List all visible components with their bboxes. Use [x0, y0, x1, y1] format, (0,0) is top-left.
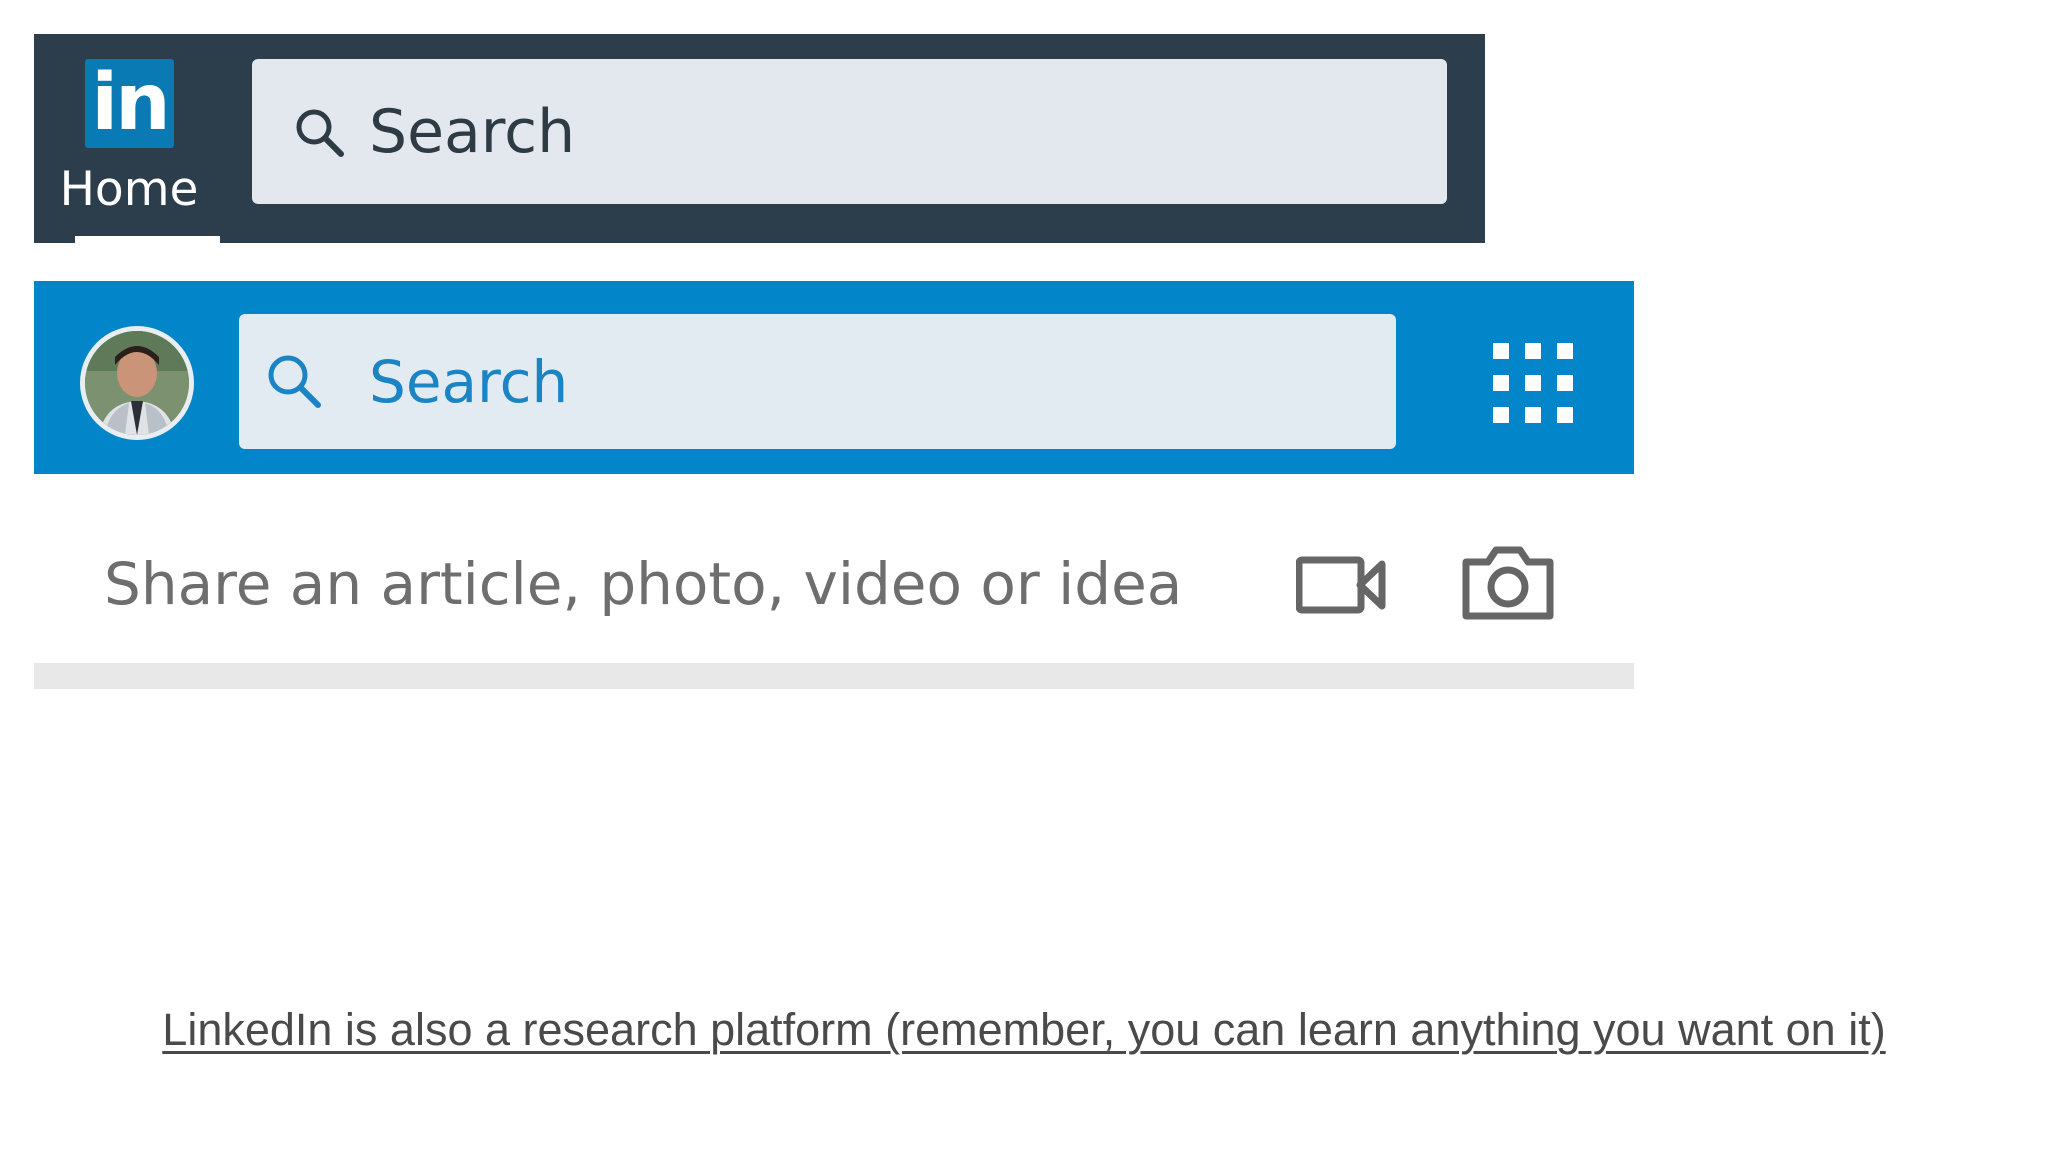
photo-camera-icon[interactable]	[1462, 544, 1554, 620]
grid-dot	[1557, 343, 1573, 359]
new-search-input[interactable]: Search	[239, 314, 1396, 449]
old-linkedin-header: in Home Search	[34, 34, 1485, 243]
search-icon	[268, 355, 321, 408]
avatar[interactable]	[80, 326, 194, 440]
video-camera-icon[interactable]	[1296, 556, 1386, 614]
page: in Home Search Search Share an article, …	[0, 0, 2048, 1152]
grid-dot	[1493, 407, 1509, 423]
search-placeholder: Search	[369, 97, 576, 167]
home-nav-item[interactable]: in Home	[54, 34, 220, 243]
apps-grid-icon[interactable]	[1493, 343, 1573, 423]
grid-dot	[1525, 375, 1541, 391]
new-linkedin-header: Search	[34, 281, 1634, 474]
share-prompt-input[interactable]: Share an article, photo, video or idea	[104, 549, 1182, 619]
linkedin-logo-icon: in	[85, 59, 174, 148]
old-search-input[interactable]: Search	[252, 59, 1447, 204]
share-box: Share an article, photo, video or idea	[34, 474, 1634, 689]
avatar-photo	[85, 331, 189, 435]
grid-dot	[1557, 375, 1573, 391]
grid-dot	[1525, 343, 1541, 359]
grid-dot	[1525, 407, 1541, 423]
home-label: Home	[59, 162, 199, 217]
divider	[34, 663, 1634, 689]
grid-dot	[1493, 343, 1509, 359]
search-icon	[296, 109, 344, 157]
caption-link[interactable]: LinkedIn is also a research platform (re…	[0, 1000, 2048, 1060]
grid-dot	[1557, 407, 1573, 423]
search-placeholder: Search	[369, 348, 569, 416]
grid-dot	[1493, 375, 1509, 391]
active-tab-indicator	[75, 236, 220, 243]
